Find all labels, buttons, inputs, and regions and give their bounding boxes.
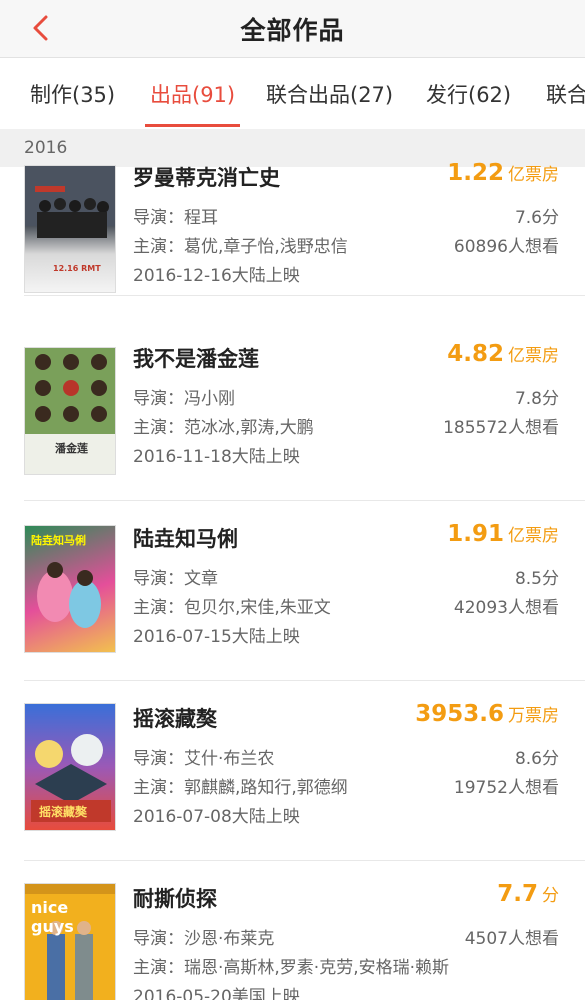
box-office: 1.91 亿票房 (447, 521, 559, 547)
tab-co-presented[interactable]: 联合出品(27) (266, 59, 393, 129)
list-item[interactable]: 12.16 RMT 罗曼蒂克消亡史 1.22 亿票房 导演：程耳 7.6分 主演：… (0, 142, 585, 322)
list-item[interactable]: nice guys 耐撕侦探 7.7 分 导演：沙恩·布莱克 4507人想看 主演… (0, 861, 585, 1000)
movie-poster: 潘金莲 (24, 347, 116, 475)
box-office: 1.22 亿票房 (447, 160, 559, 186)
list-item[interactable]: 摇滚藏獒 摇滚藏獒 3953.6 万票房 导演：艾什·布兰农 8.6分 主演：郭麒… (0, 681, 585, 861)
movie-title: 我不是潘金莲 (133, 347, 259, 371)
movie-poster: nice guys (24, 883, 116, 1000)
movie-director: 导演：冯小刚 (133, 389, 235, 409)
movie-wants: 42093人想看 (453, 598, 559, 618)
movie-cast: 主演：郭麒麟,路知行,郭德纲 (133, 778, 348, 798)
movie-director: 导演：沙恩·布莱克 (133, 929, 275, 949)
movie-release: 2016-05-20美国上映 (133, 987, 300, 1000)
movie-wants: 19752人想看 (453, 778, 559, 798)
movie-cast: 主演：葛优,章子怡,浅野忠信 (133, 237, 348, 257)
tab-production[interactable]: 制作(35) (30, 59, 115, 129)
category-tabs: 制作(35) 出品(91) 联合出品(27) 发行(62) 联合 (0, 59, 585, 129)
movie-release: 2016-07-08大陆上映 (133, 807, 300, 827)
movie-title: 摇滚藏獒 (133, 707, 217, 731)
movie-score: 7.8分 (514, 389, 559, 409)
page-title: 全部作品 (240, 16, 345, 45)
list-item[interactable]: 潘金莲 我不是潘金莲 4.82 亿票房 导演：冯小刚 7.8分 主演：范冰冰,郭涛… (0, 321, 585, 501)
divider (24, 295, 585, 296)
movie-poster: 12.16 RMT (24, 165, 116, 293)
movie-cast: 主演：范冰冰,郭涛,大鹏 (133, 418, 314, 438)
movie-title: 陆垚知马俐 (133, 527, 238, 551)
box-office: 4.82 亿票房 (447, 341, 559, 367)
movie-cast: 主演：包贝尔,宋佳,朱亚文 (133, 598, 331, 618)
movie-poster: 陆垚知马俐 (24, 525, 116, 653)
tab-distribution[interactable]: 发行(62) (426, 59, 511, 129)
movie-cast: 主演：瑞恩·高斯林,罗素·克劳,安格瑞·赖斯 (133, 958, 450, 978)
movie-title: 罗曼蒂克消亡史 (133, 166, 280, 190)
movie-wants: 60896人想看 (453, 237, 559, 257)
active-tab-indicator (145, 124, 240, 127)
movie-release: 2016-11-18大陆上映 (133, 447, 300, 467)
poster-art (25, 166, 115, 238)
movie-director: 导演：艾什·布兰农 (133, 749, 275, 769)
tab-presented[interactable]: 出品(91) (150, 59, 235, 129)
movie-release: 2016-12-16大陆上映 (133, 266, 300, 286)
list-item[interactable]: 陆垚知马俐 陆垚知马俐 1.91 亿票房 导演：文章 8.5分 主演：包贝尔,宋佳… (0, 501, 585, 681)
movie-director: 导演：程耳 (133, 208, 218, 228)
movie-director: 导演：文章 (133, 569, 218, 589)
movie-score: 8.6分 (514, 749, 559, 769)
score-highlight: 7.7 分 (497, 881, 559, 907)
movie-wants: 4507人想看 (464, 929, 559, 949)
tab-co-distribution[interactable]: 联合 (546, 59, 585, 129)
box-office: 3953.6 万票房 (415, 701, 559, 727)
navigation-bar: 全部作品 (0, 0, 585, 58)
movie-poster: 摇滚藏獒 (24, 703, 116, 831)
movie-title: 耐撕侦探 (133, 887, 217, 911)
movie-score: 7.6分 (514, 208, 559, 228)
movie-score: 8.5分 (514, 569, 559, 589)
movie-release: 2016-07-15大陆上映 (133, 627, 300, 647)
movie-wants: 185572人想看 (443, 418, 559, 438)
